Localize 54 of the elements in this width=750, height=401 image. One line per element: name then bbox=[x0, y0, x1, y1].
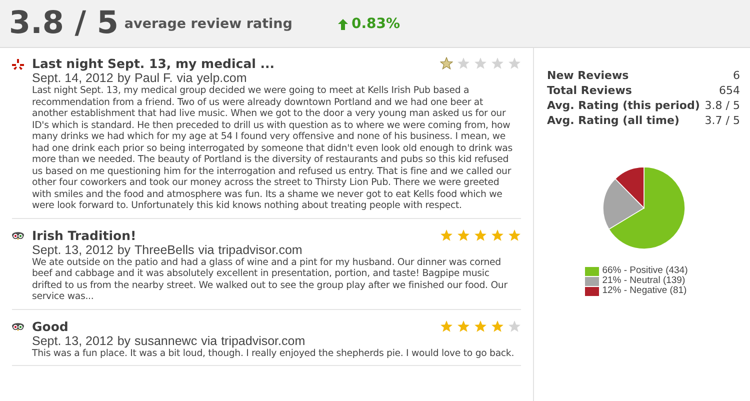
review-text: We ate outside on the patio and had a glass of wine and a pint for my husband. Our dinner was corned beef and cabbage and it was absolutely excellent in presentation, portion, and taste! Bagpipe music drifted to us from the nearby street. We walked out to see the group play after we finished our food. Our service was... bbox=[32, 256, 509, 302]
filled-star-icon bbox=[440, 57, 453, 70]
by-text: by bbox=[117, 334, 131, 348]
via-text: via bbox=[201, 334, 218, 348]
review-title: Good bbox=[32, 318, 68, 334]
empty-star-icon bbox=[508, 57, 521, 70]
filled-star-icon bbox=[474, 320, 487, 332]
burst-icon bbox=[12, 59, 24, 71]
legend-label: 66% - Positive (434) bbox=[602, 266, 688, 276]
empty-star-icon bbox=[508, 320, 521, 332]
filled-star-icon bbox=[491, 228, 504, 242]
owl-icon bbox=[12, 230, 24, 242]
stat-label: New Reviews bbox=[547, 69, 629, 83]
stat-label: Avg. Rating (all time) bbox=[547, 114, 680, 128]
change-text: 0.83% bbox=[351, 15, 400, 34]
review-date: Sept. 13, 2012 bbox=[32, 334, 114, 348]
filled-star-icon bbox=[440, 320, 453, 332]
source-site: tripadvisor.com bbox=[218, 242, 302, 256]
stat-label: Total Reviews bbox=[547, 84, 632, 98]
author-name: ThreeBells bbox=[134, 242, 194, 256]
via-text: via bbox=[198, 242, 214, 256]
score-text: 3.8 / 5 bbox=[9, 8, 118, 39]
by-text: by bbox=[117, 71, 131, 85]
filled-star-icon bbox=[491, 320, 504, 332]
stat-value: 6 bbox=[733, 69, 740, 83]
score-label: average review rating bbox=[124, 15, 292, 34]
review-text: Last night Sept. 13, my medical group decided we were going to meet at Kells Irish Pub based a recommendation from a friend. Two of us were already downtown Portland and we had one beer at another establishment that had live music. When we got to the door a very young man asked us for our ID's which is standard. He then preceded to drill us with question as to where we were coming from, how many drinks we had which for my age at 54 I found very offensive and none of his business. I mean, we had one drink each prior so being interrogated by someone that didn't even look old enough to drink was more than we needed. The beauty of Portland is the diversity of restaurants and pubs so this kid refused us based on me questioning him for the interrogation and refused us entry. That is fine and we called our other four coworkers and took our money across the street to Thirsty Lion Pub. There we were greeted with smiles and the food and atmosphere was fun. Its a shame we never got to eat Kells food which we were look forward to. Unfortunately this kid knows nothing about treating people with respect. bbox=[32, 85, 514, 212]
author-name: susannewc bbox=[134, 334, 198, 348]
empty-star-icon bbox=[474, 57, 487, 70]
author-name: Paul F. bbox=[134, 71, 173, 85]
via-text: via bbox=[176, 71, 193, 85]
by-text: by bbox=[117, 242, 131, 256]
filled-star-icon bbox=[474, 228, 487, 242]
review-date: Sept. 14, 2012 bbox=[32, 71, 114, 85]
stat-value: 3.7 / 5 bbox=[704, 114, 740, 128]
stat-value: 654 bbox=[719, 84, 740, 98]
up-arrow-icon bbox=[338, 19, 348, 30]
review-title: Irish Tradition! bbox=[32, 228, 136, 242]
source-site: yelp.com bbox=[196, 71, 247, 85]
stat-value: 3.8 / 5 bbox=[704, 99, 740, 113]
review-date: Sept. 13, 2012 bbox=[32, 242, 114, 256]
filled-star-icon bbox=[440, 228, 453, 242]
filled-star-icon bbox=[508, 228, 521, 242]
empty-star-icon bbox=[491, 57, 504, 70]
review-text: This was a fun place. It was a bit loud, though. I really enjoyed the shepherds pie. I would love to go back. bbox=[32, 348, 516, 359]
source-site: tripadvisor.com bbox=[221, 334, 306, 348]
review-title: Last night Sept. 13, my medical ... bbox=[32, 56, 275, 71]
filled-star-icon bbox=[457, 320, 470, 332]
filled-star-icon bbox=[457, 228, 470, 242]
legend-label: 21% - Neutral (139) bbox=[602, 276, 686, 286]
empty-star-icon bbox=[457, 57, 470, 70]
legend-label: 12% - Negative (81) bbox=[602, 286, 687, 296]
owl-icon bbox=[12, 322, 24, 334]
stat-label: Avg. Rating (this period) bbox=[547, 99, 700, 113]
